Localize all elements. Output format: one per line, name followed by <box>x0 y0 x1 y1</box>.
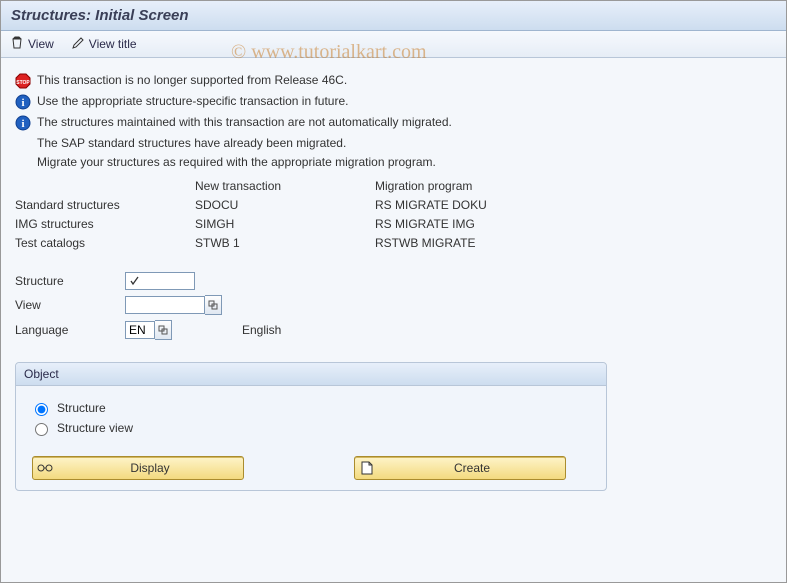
info-icon: i <box>15 115 31 131</box>
message-text: The SAP standard structures have already… <box>37 136 346 150</box>
create-button-label: Create <box>379 461 565 475</box>
language-label: Language <box>15 323 125 337</box>
message-row: Migrate your structures as required with… <box>15 155 772 169</box>
view-input[interactable] <box>125 296 205 314</box>
row-tx: SIMGH <box>195 217 375 231</box>
structure-label: Structure <box>15 274 125 288</box>
col-hdr-mig-prog: Migration program <box>375 179 575 193</box>
trash-icon <box>11 36 23 52</box>
info-icon: i <box>15 94 31 110</box>
new-page-icon <box>355 461 379 475</box>
display-button-label: Display <box>57 461 243 475</box>
svg-text:i: i <box>21 118 24 130</box>
object-group-title: Object <box>16 363 606 386</box>
row-prog: RS MIGRATE DOKU <box>375 198 575 212</box>
message-text: Migrate your structures as required with… <box>37 155 436 169</box>
row-prog: RS MIGRATE IMG <box>375 217 575 231</box>
table-row: Standard structures SDOCU RS MIGRATE DOK… <box>15 198 772 212</box>
message-row: The SAP standard structures have already… <box>15 136 772 150</box>
row-label: IMG structures <box>15 217 195 231</box>
language-text: English <box>242 323 281 337</box>
radio-structure-view-input[interactable] <box>35 423 48 436</box>
view-label: View <box>15 298 125 312</box>
radio-structure[interactable]: Structure <box>30 400 592 416</box>
required-checkmark-icon <box>130 276 140 286</box>
glasses-icon <box>33 463 57 473</box>
message-text: This transaction is no longer supported … <box>37 73 347 87</box>
message-text: Use the appropriate structure-specific t… <box>37 94 348 108</box>
row-prog: RSTWB MIGRATE <box>375 236 575 250</box>
window-title: Structures: Initial Screen <box>1 1 786 31</box>
content-area: STOP This transaction is no longer suppo… <box>1 58 786 501</box>
reference-table: New transaction Migration program Standa… <box>15 179 772 250</box>
message-row: i Use the appropriate structure-specific… <box>15 94 772 110</box>
svg-text:i: i <box>21 97 24 109</box>
table-row: IMG structures SIMGH RS MIGRATE IMG <box>15 217 772 231</box>
toolbar-view-button[interactable]: View <box>11 36 54 52</box>
row-tx: SDOCU <box>195 198 375 212</box>
message-text: The structures maintained with this tran… <box>37 115 452 129</box>
language-input[interactable] <box>125 321 155 339</box>
toolbar-view-title-label: View title <box>89 37 137 51</box>
radio-structure-view-label: Structure view <box>57 421 133 435</box>
message-row: STOP This transaction is no longer suppo… <box>15 73 772 89</box>
stop-icon: STOP <box>15 73 31 89</box>
pencil-icon <box>72 37 84 52</box>
toolbar: View View title <box>1 31 786 58</box>
object-group: Object Structure Structure view Display <box>15 362 607 491</box>
input-form: Structure View Language <box>15 272 772 340</box>
row-label: Test catalogs <box>15 236 195 250</box>
toolbar-view-title-button[interactable]: View title <box>72 37 137 52</box>
search-help-icon <box>158 325 168 335</box>
message-row: i The structures maintained with this tr… <box>15 115 772 131</box>
row-label: Standard structures <box>15 198 195 212</box>
radio-structure-label: Structure <box>57 401 106 415</box>
view-search-help-button[interactable] <box>205 295 222 315</box>
language-search-help-button[interactable] <box>155 320 172 340</box>
radio-structure-view[interactable]: Structure view <box>30 420 592 436</box>
col-hdr-new-tx: New transaction <box>195 179 375 193</box>
toolbar-view-label: View <box>28 37 54 51</box>
row-tx: STWB 1 <box>195 236 375 250</box>
table-header-row: New transaction Migration program <box>15 179 772 193</box>
table-row: Test catalogs STWB 1 RSTWB MIGRATE <box>15 236 772 250</box>
radio-structure-input[interactable] <box>35 403 48 416</box>
svg-text:STOP: STOP <box>16 80 30 86</box>
search-help-icon <box>208 300 218 310</box>
create-button[interactable]: Create <box>354 456 566 480</box>
display-button[interactable]: Display <box>32 456 244 480</box>
